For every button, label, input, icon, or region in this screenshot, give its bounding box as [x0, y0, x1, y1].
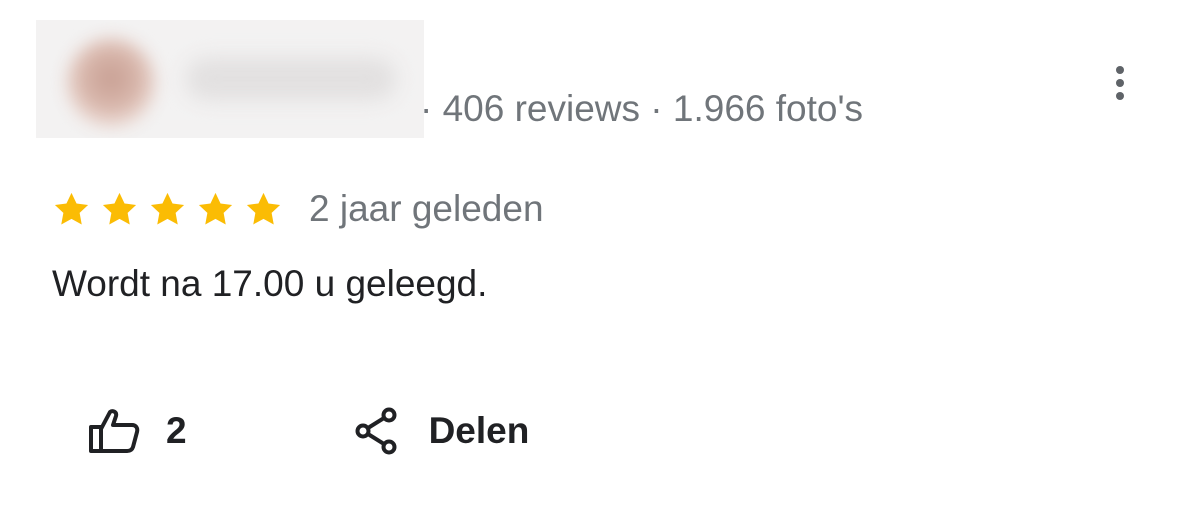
like-button[interactable]: 2: [88, 407, 187, 455]
share-button[interactable]: Delen: [355, 407, 530, 455]
more-vert-icon-dot: [1116, 66, 1124, 74]
thumb-up-icon: [88, 407, 140, 455]
star-icon: [148, 190, 187, 229]
review-date: 2 jaar geleden: [309, 188, 544, 229]
author-stats: · 406 reviews · 1.966 foto's: [420, 88, 864, 129]
rating-row: 2 jaar geleden: [52, 186, 544, 232]
star-rating: [52, 190, 283, 229]
avatar[interactable]: [66, 38, 156, 128]
review-actions: 2 Delen: [88, 402, 529, 460]
star-icon: [196, 190, 235, 229]
author-name-blurred[interactable]: [186, 58, 396, 100]
share-label: Delen: [428, 410, 530, 451]
review-card: · 406 reviews · 1.966 foto's 2 jaar gele…: [0, 0, 1200, 517]
more-options-button[interactable]: [1098, 60, 1142, 106]
star-icon: [100, 190, 139, 229]
more-vert-icon-dot: [1116, 79, 1124, 87]
author-header-blurred[interactable]: [36, 20, 424, 138]
like-count: 2: [166, 410, 187, 451]
star-icon: [52, 190, 91, 229]
share-icon: [355, 407, 399, 455]
review-text: Wordt na 17.00 u geleegd.: [52, 263, 488, 304]
star-icon: [244, 190, 283, 229]
more-vert-icon-dot: [1116, 92, 1124, 100]
